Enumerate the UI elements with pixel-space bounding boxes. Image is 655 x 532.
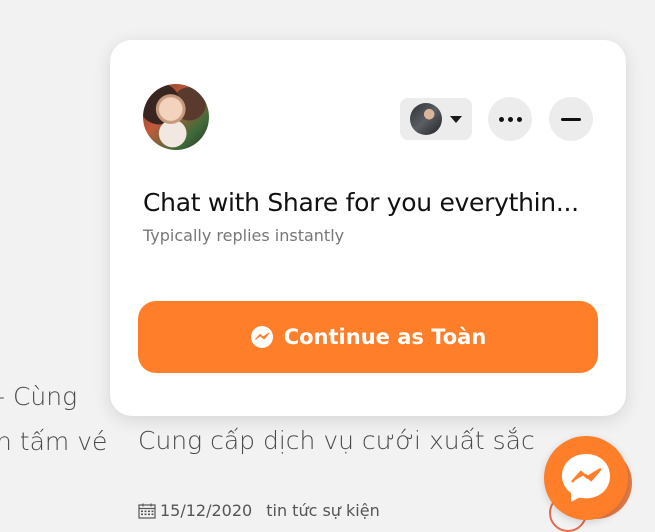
continue-as-label: Continue as Toàn [283,325,487,349]
calendar-icon [138,503,156,519]
background-text-fragment: n tấm vé [0,427,108,456]
messenger-icon [562,454,610,502]
continue-as-button[interactable]: Continue as Toàn [138,301,598,373]
account-switcher-button[interactable] [400,98,472,140]
messenger-icon [250,326,273,348]
user-avatar [410,103,442,135]
page: - Cùng n tấm vé Cung cấp dịch vụ cưới xu… [0,0,655,532]
post-meta: 15/12/2020 tin tức sự kiện [138,501,380,520]
more-options-button[interactable] [488,97,532,141]
more-dots-icon [498,116,522,122]
reply-status: Typically replies instantly [143,226,345,245]
post-date: 15/12/2020 [138,501,252,520]
page-name-title: Chat with Share for you everythin... [143,188,579,217]
minus-icon [561,117,581,121]
page-avatar [143,84,209,150]
post-title[interactable]: Cung cấp dịch vụ cưới xuất sắc [138,426,535,455]
post-date-text: 15/12/2020 [160,501,253,520]
chat-welcome-card: Chat with Share for you everythin... Typ… [110,40,626,416]
post-category[interactable]: tin tức sự kiện [266,501,380,520]
messenger-launcher-button[interactable] [544,436,628,520]
minimize-button[interactable] [549,97,593,141]
background-text-fragment: - Cùng [0,382,78,411]
caret-down-icon [450,115,462,123]
